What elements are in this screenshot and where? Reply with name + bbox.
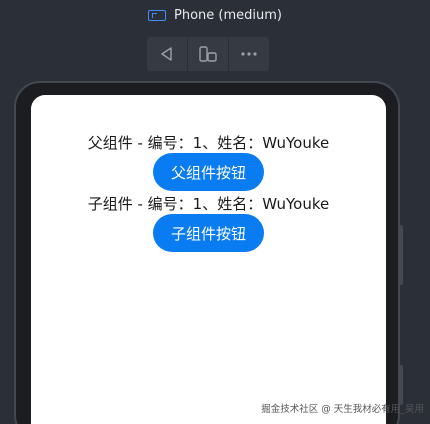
child-info-text: 子组件 - 编号：1、姓名：WuYouke [88, 194, 330, 214]
multi-device-button[interactable] [188, 37, 229, 71]
previewer-stage: Phone (medium) 父组件 - 编号：1、姓名：WuYouke 父组件… [0, 0, 430, 424]
child-button[interactable]: 子组件按钮 [152, 214, 264, 252]
phone-device-icon [148, 10, 166, 21]
parent-info-label: 父组件 - 编号：1、姓名：WuYouke [87, 134, 330, 152]
rotate-button[interactable] [147, 37, 188, 71]
multi-device-icon [199, 46, 217, 62]
page-content: 父组件 - 编号：1、姓名：WuYouke 父组件按钮 子组件 - 编号：1、姓… [31, 133, 386, 252]
parent-button[interactable]: 父组件按钮 [152, 153, 264, 191]
side-key-volume [399, 225, 403, 285]
child-info-label: 子组件 - 编号：1、姓名：WuYouke [87, 195, 330, 213]
more-dots-icon [241, 52, 257, 56]
phone-screen: 父组件 - 编号：1、姓名：WuYouke 父组件按钮 子组件 - 编号：1、姓… [31, 95, 386, 424]
device-label: Phone (medium) [174, 8, 282, 23]
more-button[interactable] [229, 37, 269, 71]
preview-toolbar [147, 37, 269, 71]
triangle-left-icon [161, 47, 172, 61]
parent-info-text: 父组件 - 编号：1、姓名：WuYouke [88, 133, 330, 153]
side-key-power [399, 365, 403, 405]
watermark-text: 掘金技术社区 @ 天生我材必有用_吴用 [261, 404, 424, 415]
device-title-bar[interactable]: Phone (medium) [0, 8, 430, 23]
